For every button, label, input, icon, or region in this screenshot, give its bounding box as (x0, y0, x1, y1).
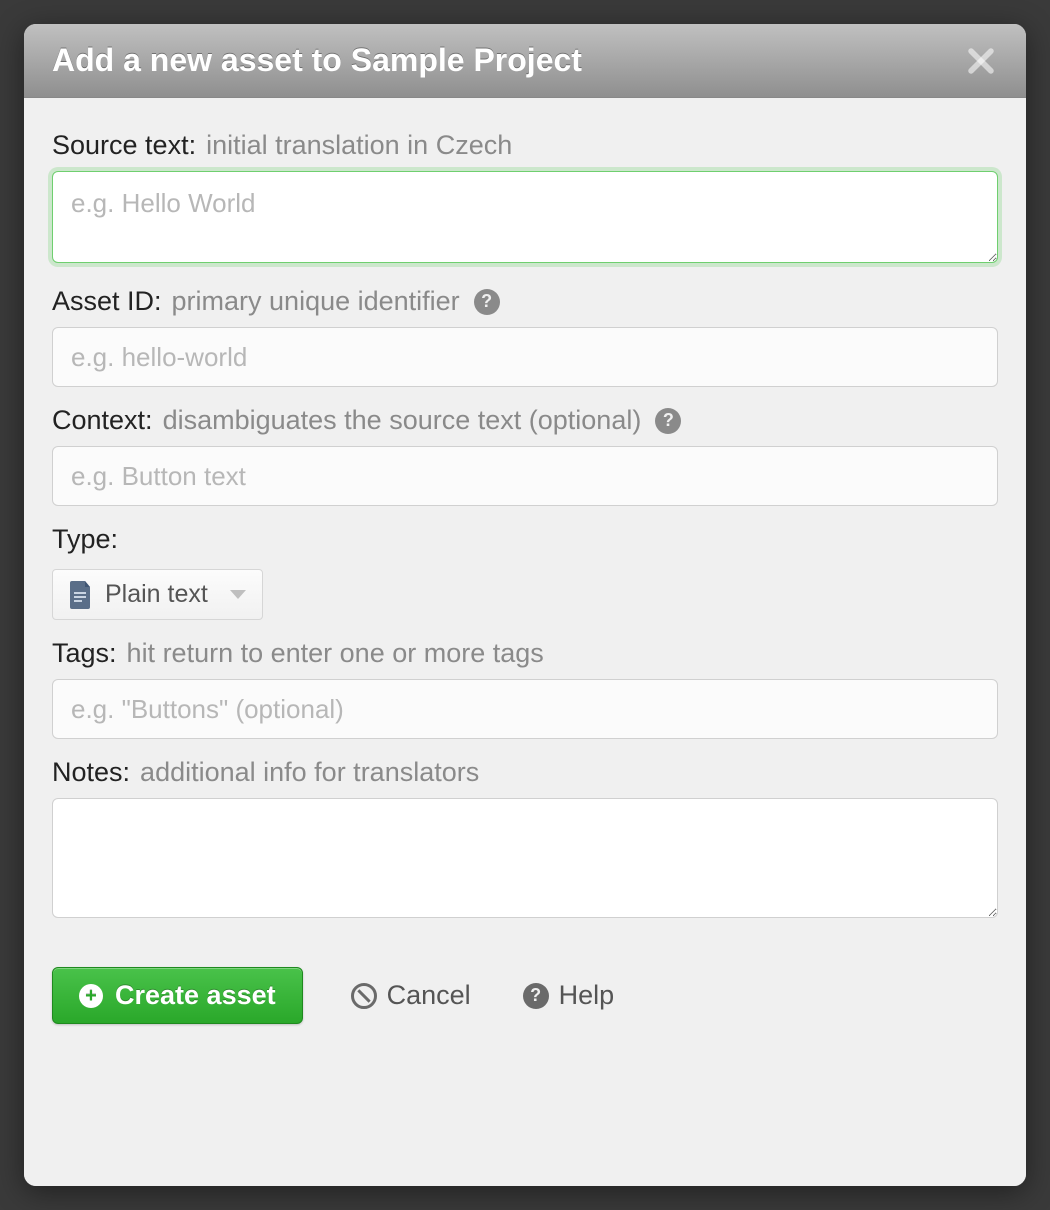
create-asset-label: Create asset (115, 980, 276, 1011)
source-text-label-main: Source text: (52, 130, 196, 161)
modal-header: Add a new asset to Sample Project (24, 24, 1026, 98)
type-selected-value: Plain text (105, 580, 208, 609)
field-context: Context: disambiguates the source text (… (52, 405, 998, 506)
tags-label: Tags: hit return to enter one or more ta… (52, 638, 998, 669)
add-asset-modal: Add a new asset to Sample Project Source… (24, 24, 1026, 1186)
type-dropdown[interactable]: Plain text (52, 569, 263, 620)
tags-label-main: Tags: (52, 638, 117, 669)
context-label-hint: disambiguates the source text (optional) (163, 405, 642, 436)
asset-id-input[interactable] (52, 327, 998, 387)
notes-label-hint: additional info for translators (140, 757, 479, 788)
tags-input[interactable] (52, 679, 998, 739)
field-asset-id: Asset ID: primary unique identifier ? (52, 286, 998, 387)
notes-label: Notes: additional info for translators (52, 757, 998, 788)
context-input[interactable] (52, 446, 998, 506)
help-icon[interactable]: ? (655, 408, 681, 434)
modal-body: Source text: initial translation in Czec… (24, 98, 1026, 1186)
asset-id-label: Asset ID: primary unique identifier ? (52, 286, 998, 317)
asset-id-label-main: Asset ID: (52, 286, 162, 317)
field-type: Type: Plain text (52, 524, 998, 620)
modal-title: Add a new asset to Sample Project (52, 42, 582, 79)
help-label: Help (559, 980, 615, 1011)
cancel-label: Cancel (387, 980, 471, 1011)
create-asset-button[interactable]: + Create asset (52, 967, 303, 1024)
notes-label-main: Notes: (52, 757, 130, 788)
notes-input[interactable] (52, 798, 998, 918)
help-icon[interactable]: ? (474, 289, 500, 315)
help-button[interactable]: ? Help (519, 980, 615, 1011)
source-text-label: Source text: initial translation in Czec… (52, 130, 998, 161)
type-label-main: Type: (52, 524, 118, 555)
field-tags: Tags: hit return to enter one or more ta… (52, 638, 998, 739)
chevron-down-icon (230, 590, 246, 599)
source-text-label-hint: initial translation in Czech (206, 130, 512, 161)
cancel-icon (351, 983, 377, 1009)
context-label: Context: disambiguates the source text (… (52, 405, 998, 436)
plus-icon: + (79, 984, 103, 1008)
tags-label-hint: hit return to enter one or more tags (127, 638, 544, 669)
context-label-main: Context: (52, 405, 153, 436)
field-source-text: Source text: initial translation in Czec… (52, 130, 998, 268)
type-label: Type: (52, 524, 998, 555)
cancel-button[interactable]: Cancel (351, 980, 471, 1011)
help-icon: ? (523, 983, 549, 1009)
field-notes: Notes: additional info for translators (52, 757, 998, 923)
source-text-input[interactable] (52, 171, 998, 263)
close-icon[interactable] (964, 44, 998, 78)
asset-id-label-hint: primary unique identifier (172, 286, 460, 317)
modal-footer: + Create asset Cancel ? Help (52, 967, 998, 1024)
document-icon (69, 581, 93, 609)
